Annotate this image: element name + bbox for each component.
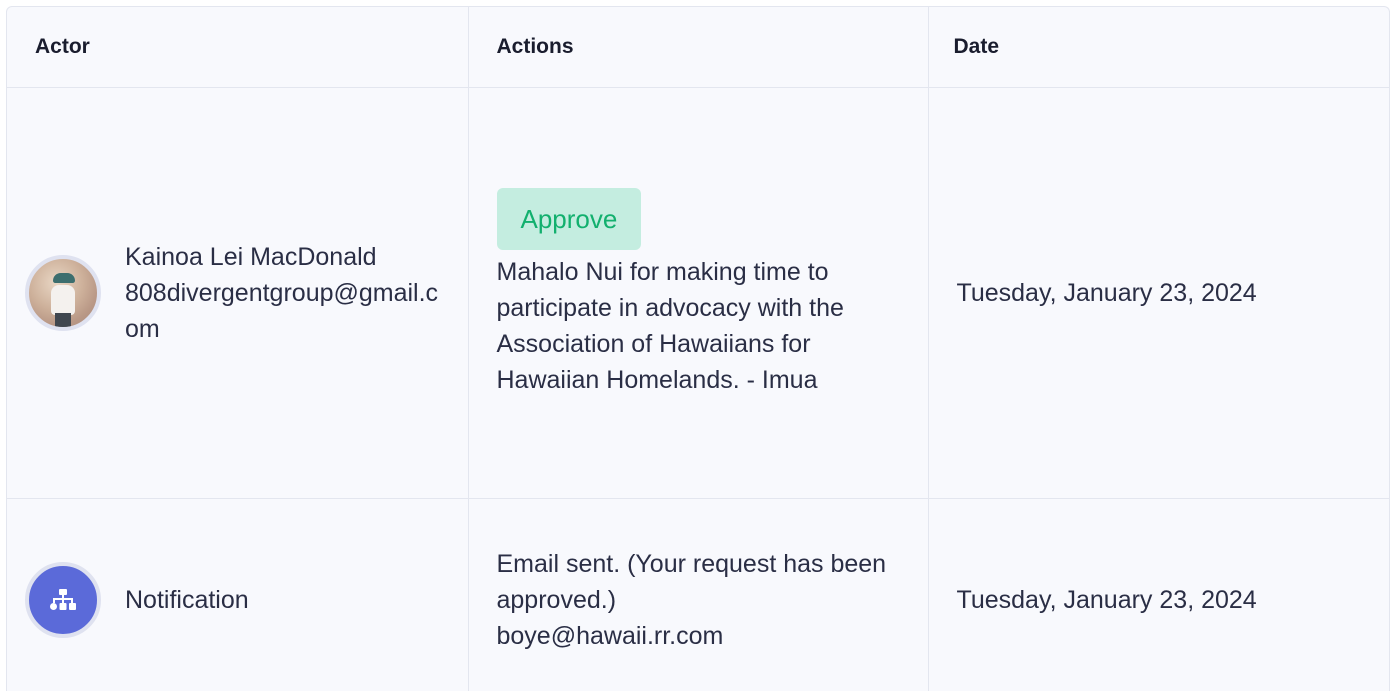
date-cell: Tuesday, January 23, 2024 bbox=[956, 586, 1257, 614]
actor-info: Kainoa Lei MacDonald 808divergentgroup@g… bbox=[8, 239, 467, 347]
avatar-photo-hat bbox=[53, 273, 75, 283]
actor-cell: Notification bbox=[7, 498, 469, 691]
actor-email: 808divergentgroup@gmail.com bbox=[125, 279, 439, 343]
table-header: Actor Actions Date bbox=[7, 7, 1389, 88]
actions-cell: Email sent. (Your request has been appro… bbox=[468, 498, 929, 691]
sitemap-icon bbox=[50, 589, 76, 610]
action-recipient: boye@hawaii.rr.com bbox=[496, 622, 724, 650]
column-header-date[interactable]: Date bbox=[928, 7, 1389, 88]
actor-cell: Kainoa Lei MacDonald 808divergentgroup@g… bbox=[7, 87, 469, 499]
avatar-photo-legs bbox=[55, 313, 71, 327]
column-header-actions[interactable]: Actions bbox=[468, 7, 929, 88]
date-cell: Tuesday, January 23, 2024 bbox=[928, 87, 1389, 499]
actor-details: Kainoa Lei MacDonald 808divergentgroup@g… bbox=[125, 239, 445, 347]
table-row: Kainoa Lei MacDonald 808divergentgroup@g… bbox=[7, 87, 1389, 499]
approve-badge: Approve bbox=[496, 188, 642, 250]
column-header-actor[interactable]: Actor bbox=[7, 7, 469, 88]
avatar bbox=[25, 562, 101, 638]
activity-log-table: Actor Actions Date Kainoa Lei MacDonald bbox=[7, 7, 1389, 691]
avatar bbox=[25, 255, 101, 331]
actions-cell: Approve Mahalo Nui for making time to pa… bbox=[468, 87, 929, 499]
actor-info: Notification bbox=[8, 562, 467, 638]
action-message: Mahalo Nui for making time to participat… bbox=[496, 258, 844, 394]
actor-details: Notification bbox=[125, 582, 445, 618]
activity-table: Actor Actions Date Kainoa Lei MacDonald bbox=[6, 6, 1390, 691]
actor-name: Notification bbox=[125, 586, 249, 614]
action-message: Email sent. (Your request has been appro… bbox=[496, 550, 887, 614]
table-row: Notification Email sent. (Your request h… bbox=[7, 498, 1389, 691]
avatar-photo-body bbox=[51, 285, 75, 315]
actor-name: Kainoa Lei MacDonald bbox=[125, 243, 377, 271]
table-body: Kainoa Lei MacDonald 808divergentgroup@g… bbox=[7, 87, 1389, 691]
header-row: Actor Actions Date bbox=[7, 7, 1389, 88]
